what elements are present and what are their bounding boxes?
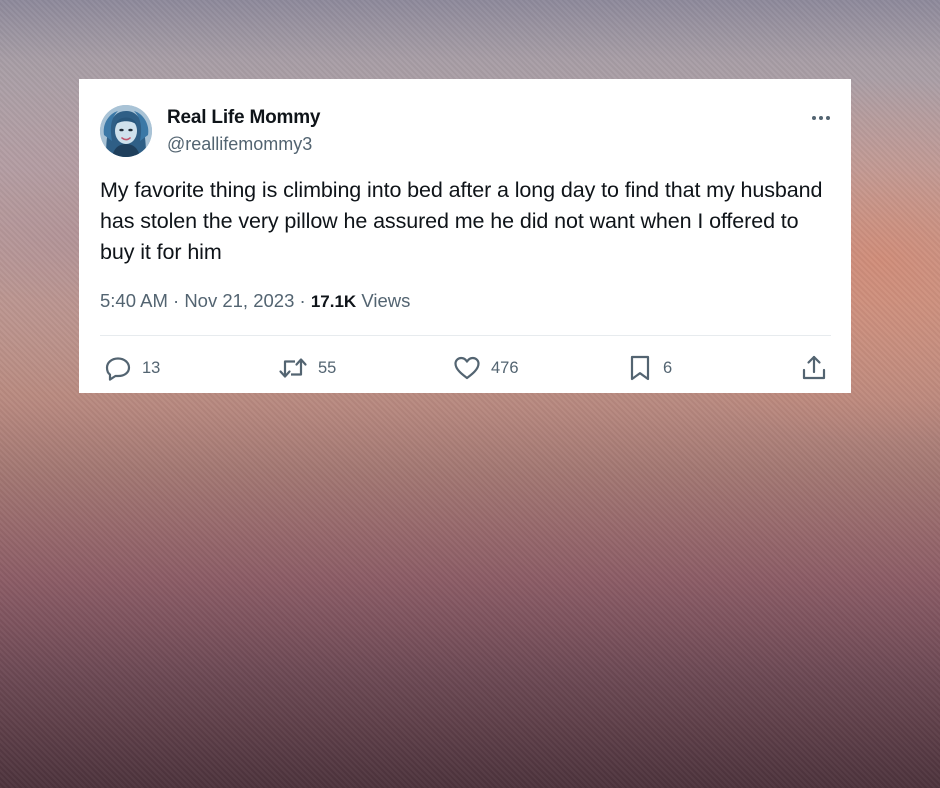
reply-button[interactable]: 13 [104,355,160,381]
retweet-button[interactable]: 55 [278,355,336,381]
like-button[interactable]: 476 [453,355,519,381]
share-icon [802,355,826,380]
reply-icon [105,357,131,381]
avatar-illustration [100,105,152,157]
timestamp[interactable]: 5:40 AM · Nov 21, 2023 [100,290,294,311]
heart-icon [454,356,480,380]
views-count: 17.1K [310,292,357,311]
retweet-count: 55 [318,358,337,377]
views-label: Views [356,290,411,311]
reply-count: 13 [142,358,161,377]
avatar[interactable] [100,105,152,157]
divider [100,335,831,336]
tweet-card: Real Life Mommy @reallifemommy3 My favor… [79,79,851,393]
bookmark-button[interactable]: 6 [627,355,672,381]
tweet-text: My favorite thing is climbing into bed a… [100,178,823,264]
more-icon[interactable] [808,108,834,128]
meta-separator: · [294,290,311,311]
share-button[interactable] [800,355,828,381]
bookmark-icon [630,355,650,381]
tweet-meta: 5:40 AM · Nov 21, 2023 · 17.1K Views [100,290,410,312]
author-handle[interactable]: @reallifemommy3 [167,134,312,155]
like-count: 476 [491,358,519,377]
author-name[interactable]: Real Life Mommy [167,107,320,129]
bookmark-count: 6 [663,358,673,377]
retweet-icon [279,358,307,378]
